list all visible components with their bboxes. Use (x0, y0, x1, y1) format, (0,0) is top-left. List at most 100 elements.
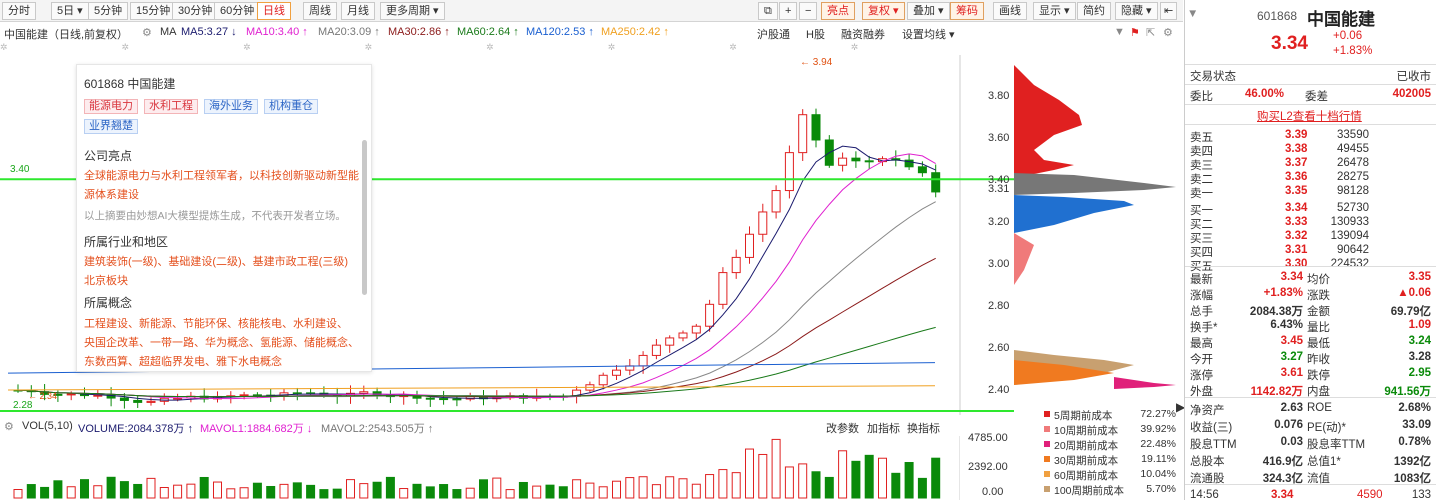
vol-label: VOL(5,10) (22, 420, 73, 432)
legend-pct: 39.92% (1140, 423, 1176, 435)
bid-volume: 90642 (1337, 244, 1369, 256)
industry-line[interactable]: 建筑装饰(一级)、基础建设(二级)、基建市政工程(三级) (84, 253, 348, 269)
last-trade-count: 133 (1411, 489, 1431, 501)
chip-settings-icon[interactable]: ⚙ (1163, 26, 1173, 39)
ask-price: 3.37 (1285, 157, 1308, 169)
volume-bar (558, 486, 568, 499)
candle-body (811, 114, 821, 141)
candle-body (718, 272, 728, 305)
chip-cost-area (1014, 195, 1134, 233)
fin-value: 2.63 (1280, 402, 1303, 414)
dropdown-arrow-icon[interactable]: ▼ (1187, 8, 1198, 20)
simple-mode-button[interactable]: 简约 (1077, 2, 1111, 20)
price-tick: 2.80 (988, 300, 1010, 312)
tab-monthly[interactable]: 月线 (341, 2, 375, 20)
volume-bar (186, 483, 196, 499)
ma30-value: MA30:2.86 ↑ (388, 26, 450, 38)
highlight-button[interactable]: 亮点 (821, 2, 855, 20)
tab-daily[interactable]: 日线 (257, 2, 291, 20)
legend-name: 5周期前成本 (1054, 410, 1113, 422)
order-ratio-row: 委比 46.00% 委差 402005 (1185, 86, 1436, 103)
tab-5day[interactable]: 5日 ▾ (51, 2, 89, 20)
stat-row: 换手* 6.43% 量比 1.09 (1185, 317, 1436, 334)
adjust-dropdown[interactable]: 复权 ▾ (862, 2, 905, 20)
line-price-label: 3.40 (10, 164, 30, 175)
concept-tag[interactable]: 能源电力 (84, 99, 138, 114)
volume-bar (399, 488, 409, 499)
tab-30min[interactable]: 30分钟 (172, 2, 219, 20)
window-icon[interactable]: ⧉ (758, 2, 778, 20)
draw-line-button[interactable]: 画线 (993, 2, 1027, 20)
candle-body (425, 397, 435, 400)
link-hk-connect[interactable]: 沪股通 (757, 26, 790, 42)
link-margin[interactable]: 融资融券 (841, 26, 885, 42)
region-line[interactable]: 北京板块 (84, 272, 128, 288)
collapse-icon[interactable]: ⇤ (1160, 2, 1178, 20)
tab-weekly[interactable]: 周线 (303, 2, 337, 20)
switch-indicator-link[interactable]: 换指标 (907, 420, 940, 436)
zoom-in-icon[interactable]: + (779, 2, 798, 20)
stat-value: 2.95 (1408, 367, 1431, 379)
chips-button[interactable]: 筹码 (950, 2, 984, 20)
chip-cost-area (1014, 233, 1034, 285)
link-h-share[interactable]: H股 (806, 26, 825, 42)
tab-timeshare[interactable]: 分时 (2, 2, 36, 20)
fin-row: 净资产 2.63 ROE 2.68% (1185, 400, 1436, 417)
popup-scrollbar[interactable] (362, 140, 367, 295)
price-change-pct: +1.83% (1333, 45, 1373, 57)
fin-value: 416.9亿 (1262, 456, 1303, 468)
mavol1-value: MAVOL1:1884.682万 ↓ (200, 423, 313, 435)
buy-l2-link[interactable]: 购买L2查看十档行情 (1257, 108, 1362, 124)
concept-tag[interactable]: 海外业务 (204, 99, 258, 114)
volume-chart[interactable] (0, 436, 960, 500)
display-dropdown[interactable]: 显示 ▾ (1033, 2, 1076, 20)
company-info-popup: 601868 中国能建 能源电力 水利工程 海外业务 机构重仓 业界翘楚 公司亮… (76, 64, 372, 372)
chart-title: 中国能建（日线,前复权） (4, 29, 129, 41)
concept-tag[interactable]: 机构重仓 (264, 99, 318, 114)
flag-icon[interactable]: ⚑ (1130, 26, 1140, 39)
order-ratio: 46.00% (1245, 88, 1285, 100)
chip-chart-icon[interactable]: ⇱ (1146, 26, 1155, 39)
stat-value: +1.83% (1263, 287, 1303, 299)
stat-value: 3.35 (1408, 271, 1431, 283)
volume-bar (452, 489, 462, 499)
add-indicator-link[interactable]: 加指标 (867, 420, 900, 436)
change-params-link[interactable]: 改参数 (826, 420, 859, 436)
concept-line[interactable]: 工程建设、新能源、节能环保、核能核电、水利建设、 (84, 315, 348, 331)
zoom-out-icon[interactable]: − (799, 2, 818, 20)
volume-bar (824, 476, 834, 499)
more-periods-dropdown[interactable]: 更多周期 ▾ (380, 2, 445, 20)
concept-line[interactable]: 央国企改革、一带一路、华为概念、氢能源、储能概念、 (84, 334, 359, 350)
legend-swatch (1044, 456, 1050, 462)
volume-bar (173, 484, 183, 499)
tab-60min[interactable]: 60分钟 (214, 2, 261, 20)
volume-bar (518, 481, 528, 499)
filter-icon[interactable]: ▼ (1114, 26, 1125, 38)
ma-settings-dropdown[interactable]: 设置均线 ▾ (902, 26, 955, 42)
hide-dropdown[interactable]: 隐藏 ▾ (1115, 2, 1158, 20)
highlights-heading: 公司亮点 (84, 149, 133, 163)
volume-bar (146, 477, 156, 499)
ma-legend-bar: 中国能建（日线,前复权） ⚙ MA MA5:3.27 ↓ MA10:3.40 ↑… (0, 23, 1183, 41)
volume-bar (372, 481, 382, 499)
buy-l2-row: 购买L2查看十档行情 (1185, 106, 1436, 123)
quote-panel: ▼ 601868 中国能建 3.34 +0.06 +1.83% 交易状态 已收市 … (1184, 0, 1436, 501)
concept-tag[interactable]: 水利工程 (144, 99, 198, 114)
overlay-dropdown[interactable]: 叠加 ▾ (907, 2, 950, 20)
volume-bar (239, 487, 249, 499)
volume-bar (678, 478, 688, 499)
bid-volume: 139094 (1330, 230, 1369, 242)
stat-row: 最高 3.45 最低 3.24 (1185, 333, 1436, 350)
tab-5min[interactable]: 5分钟 (88, 2, 129, 20)
concept-line[interactable]: 东数西算、超超临界发电、雅下水电概念 (84, 353, 282, 369)
volume-bar (439, 484, 449, 499)
last-trade-price: 3.34 (1271, 489, 1294, 501)
vol-tick: 2392.00 (968, 461, 1008, 473)
bid-volume: 130933 (1330, 216, 1369, 228)
chip-distribution-chart (1014, 65, 1176, 389)
concept-tag[interactable]: 业界翘楚 (84, 119, 138, 134)
settings-icon[interactable]: ⚙ (142, 26, 152, 39)
volume-settings-icon[interactable]: ⚙ (4, 420, 14, 433)
tab-15min[interactable]: 15分钟 (130, 2, 177, 20)
fin-label: ROE (1307, 402, 1332, 414)
